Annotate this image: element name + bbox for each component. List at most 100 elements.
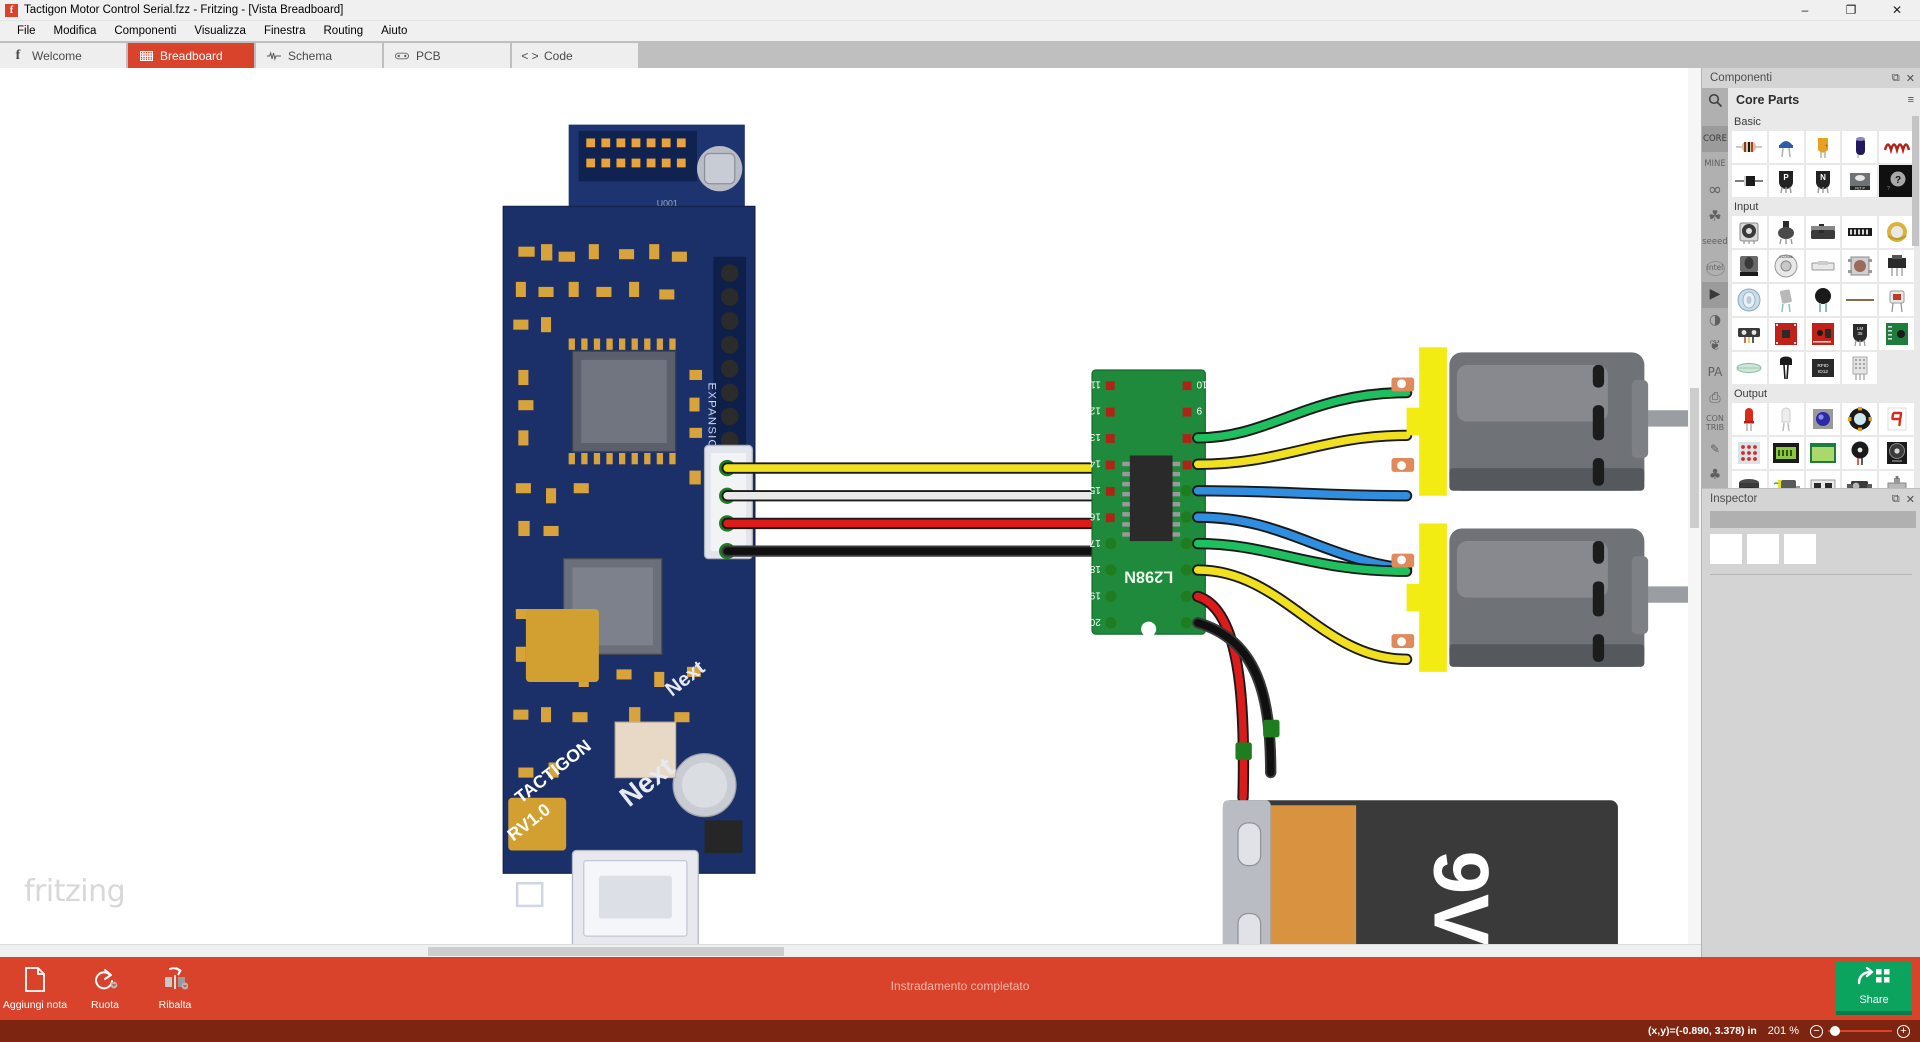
zoom-slider[interactable] [1828, 1026, 1892, 1036]
inspector-breadboard-preview[interactable] [1710, 534, 1742, 564]
part-stepper-motor[interactable] [1879, 471, 1914, 488]
menu-item-aiuto[interactable]: Aiuto [372, 23, 416, 39]
part-capacitor-blue[interactable] [1842, 131, 1878, 163]
close-icon[interactable]: ✕ [1906, 72, 1915, 85]
bin-tab-club[interactable]: ♣ [1702, 462, 1728, 488]
bin-tab-pin[interactable]: ⎙ [1702, 385, 1728, 411]
bin-tab-contrib[interactable]: CON TRIB [1702, 411, 1728, 437]
bin-tab-moon[interactable]: ◑ [1702, 308, 1728, 334]
bin-tab-intel[interactable]: intel [1705, 260, 1725, 276]
part-rotary-encoder[interactable]: 0123456 [1768, 250, 1804, 282]
part-resistor[interactable] [1732, 131, 1767, 163]
part-unknown[interactable]: ? ? [1879, 165, 1914, 197]
breadboard-sketch[interactable]: U001 EXPANSION Next Next TACTIGON RV1.0 … [0, 68, 1701, 957]
tab-schema[interactable]: Schema [256, 43, 382, 68]
part-piezo-disc[interactable] [1879, 216, 1914, 248]
part-micro-switch[interactable] [1805, 250, 1841, 282]
part-rotary-potentiometer[interactable] [1768, 216, 1804, 248]
bin-tab-flower[interactable]: ❦ [1702, 333, 1728, 359]
undock-icon[interactable]: ⧉ [1892, 493, 1900, 506]
part-lm35-temp-sensor[interactable]: LM 35 [1842, 318, 1878, 350]
zoom-out-circle-icon[interactable]: − [1810, 1024, 1823, 1038]
part-motor-driver[interactable] [1805, 471, 1841, 488]
close-icon[interactable]: ✕ [1906, 493, 1915, 506]
part-npn-transistor[interactable]: N [1805, 165, 1841, 197]
menu-item-componenti[interactable]: Componenti [105, 23, 185, 39]
tab-breadboard[interactable]: Breadboard [128, 43, 254, 68]
part-lcd-graphic[interactable] [1805, 437, 1841, 469]
scroll-thumb[interactable] [1690, 388, 1699, 528]
menu-item-finestra[interactable]: Finestra [255, 23, 315, 39]
part-rgb-led-module[interactable] [1805, 403, 1841, 435]
tab-pcb[interactable]: PCB [384, 43, 510, 68]
part-sparkfun-breakout-red[interactable] [1768, 318, 1804, 350]
part-photocell[interactable] [1768, 284, 1804, 316]
part-humidity-sensor[interactable] [1842, 352, 1878, 384]
part-inductor[interactable] [1879, 131, 1914, 163]
menu-item-modifica[interactable]: Modifica [45, 23, 106, 39]
add-note-button[interactable]: Aggiungi nota [0, 957, 70, 1020]
bin-tab-seeed[interactable]: seeed [1702, 229, 1728, 255]
bin-scroll-thumb[interactable] [1912, 116, 1919, 246]
part-toggle-switch[interactable] [1732, 250, 1767, 282]
flip-button[interactable]: Ribalta [140, 957, 210, 1020]
bin-tab-palette[interactable]: ✎ [1702, 436, 1728, 462]
part-ir-sensor[interactable] [1732, 318, 1767, 350]
part-dc-motor[interactable] [1768, 471, 1804, 488]
part-red-led[interactable] [1732, 403, 1767, 435]
part-white-led[interactable] [1768, 403, 1804, 435]
part-seven-segment-display[interactable] [1879, 403, 1914, 435]
bin-tab-mine[interactable]: MINE [1702, 152, 1728, 178]
part-sparkfun-sensor-red[interactable] [1805, 318, 1841, 350]
part-force-sensor[interactable] [1805, 284, 1841, 316]
parts-bin-scroll-area[interactable]: Basic + P N FET P ? ? Input 0123456 LM 3… [1728, 112, 1920, 488]
minimize-button[interactable]: – [1782, 0, 1828, 21]
part-electret-microphone[interactable] [1768, 352, 1804, 384]
zoom-slider-knob[interactable] [1830, 1026, 1840, 1036]
canvas-vertical-scrollbar[interactable] [1688, 68, 1701, 957]
bin-tab-core[interactable]: CORE [1702, 126, 1728, 152]
part-ceramic-capacitor[interactable] [1768, 131, 1804, 163]
breadboard-canvas[interactable]: U001 EXPANSION Next Next TACTIGON RV1.0 … [0, 68, 1702, 957]
part-led-matrix[interactable] [1732, 437, 1767, 469]
bin-menu-icon[interactable]: ≡ [1908, 94, 1920, 106]
search-icon[interactable] [1702, 88, 1728, 112]
bin-tab-play[interactable]: ▶ [1702, 281, 1728, 308]
part-speaker[interactable] [1879, 437, 1914, 469]
menu-item-visualizza[interactable]: Visualizza [185, 23, 255, 39]
maximize-button[interactable]: ❐ [1828, 0, 1874, 21]
tab-code[interactable]: < > Code [512, 43, 638, 68]
part-green-sensor-board[interactable] [1879, 318, 1914, 350]
part-relay[interactable] [1732, 284, 1767, 316]
scroll-thumb[interactable] [428, 947, 784, 956]
menu-item-routing[interactable]: Routing [315, 23, 373, 39]
part-thermistor[interactable] [1879, 284, 1914, 316]
part-slide-potentiometer[interactable] [1805, 216, 1841, 248]
zoom-control[interactable]: − + [1810, 1024, 1910, 1038]
part-slide-switch[interactable] [1879, 250, 1914, 282]
bin-tab-sparkfun[interactable]: ☘ [1702, 203, 1728, 229]
part-dip-switch[interactable] [1842, 216, 1878, 248]
part-neopixel-ring[interactable] [1842, 403, 1878, 435]
rotate-button[interactable]: Ruota [70, 957, 140, 1020]
menu-item-file[interactable]: File [8, 23, 45, 39]
inspector-schematic-preview[interactable] [1747, 534, 1779, 564]
part-vibration-motor[interactable] [1732, 471, 1767, 488]
zoom-in-circle-icon[interactable]: + [1897, 1024, 1910, 1038]
part-trimmer-potentiometer[interactable] [1732, 216, 1767, 248]
tab-welcome[interactable]: f Welcome [0, 43, 126, 68]
canvas-horizontal-scrollbar[interactable] [0, 944, 1701, 957]
part-servo-motor[interactable] [1842, 471, 1878, 488]
part-mosfet[interactable]: FET P [1842, 165, 1878, 197]
part-wire[interactable] [1842, 284, 1878, 316]
inspector-pcb-preview[interactable] [1784, 534, 1816, 564]
bin-tab-pa[interactable]: PA [1702, 359, 1728, 385]
part-diode[interactable] [1732, 165, 1767, 197]
part-rfid-id12[interactable]: RFID ID12 [1805, 352, 1841, 384]
part-pnp-transistor[interactable]: P [1768, 165, 1804, 197]
bin-tab-arduino[interactable]: ∞ [1702, 178, 1728, 204]
part-lcd-green[interactable] [1768, 437, 1804, 469]
part-piezo-buzzer[interactable] [1842, 437, 1878, 469]
part-tactile-pushbutton[interactable] [1842, 250, 1878, 282]
undock-icon[interactable]: ⧉ [1892, 72, 1900, 85]
